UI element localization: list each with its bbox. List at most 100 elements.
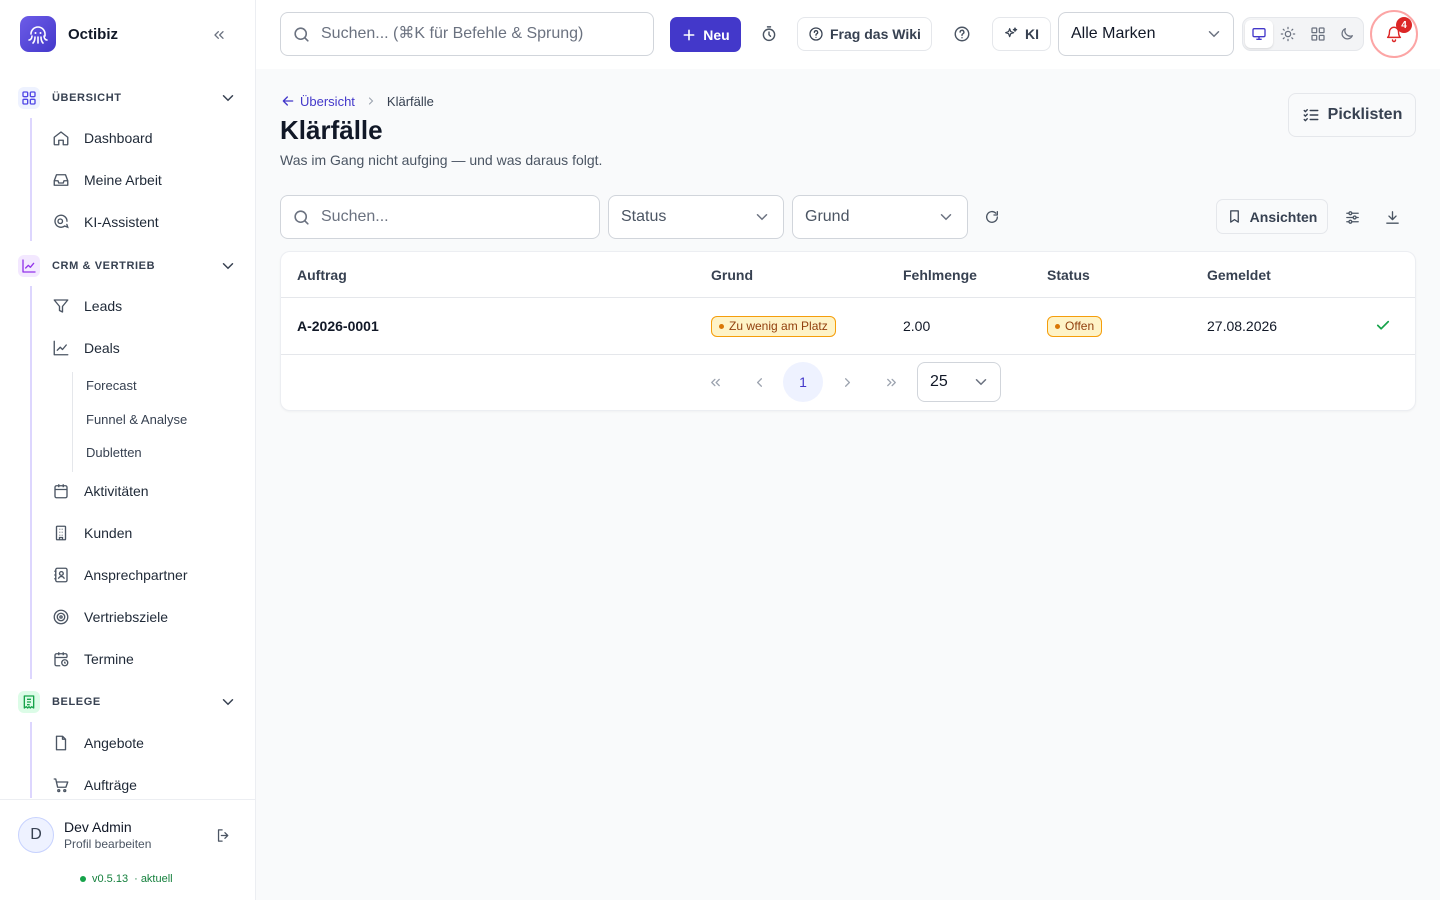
- column-header-status[interactable]: Status: [1047, 252, 1090, 298]
- home-icon: [52, 129, 70, 147]
- global-search-input[interactable]: [281, 13, 653, 55]
- breadcrumb-current: Klärfälle: [386, 93, 434, 109]
- chevron-left-icon: [756, 377, 762, 387]
- topbar: Neu Frag das Wiki KI Alle Marken 4: [256, 0, 1440, 69]
- layout-grid-icon: [18, 87, 40, 109]
- nav-item-leads[interactable]: Leads: [42, 288, 242, 324]
- brand-select[interactable]: Alle Marken: [1058, 12, 1234, 56]
- collapse-sidebar-button[interactable]: [208, 24, 230, 46]
- cell-order[interactable]: A-2026-0001: [297, 298, 379, 354]
- version-info: v0.5.13 · aktuell: [80, 873, 173, 885]
- status-filter[interactable]: Status: [608, 195, 784, 239]
- status-dot: [80, 876, 86, 882]
- help-button[interactable]: [948, 20, 976, 48]
- new-button-label: Neu: [703, 26, 730, 43]
- column-header-reported[interactable]: Gemeldet: [1207, 252, 1271, 298]
- nav-item-quotes[interactable]: Angebote: [42, 725, 242, 761]
- column-header-order[interactable]: Auftrag: [297, 252, 347, 298]
- chevron-right-icon: [844, 377, 850, 387]
- export-button[interactable]: [1378, 203, 1406, 231]
- chevrons-left-icon: [214, 30, 224, 39]
- nav-group-overview[interactable]: ÜBERSICHT: [18, 84, 244, 112]
- nav-item-customers[interactable]: Kunden: [42, 515, 242, 551]
- sidebar-nav: ÜBERSICHT Dashboard Meine Arbeit KI-Assi…: [0, 80, 256, 798]
- nav-item-label: Kunden: [84, 525, 133, 541]
- ask-wiki-button[interactable]: Frag das Wiki: [797, 17, 932, 51]
- line-chart-icon: [52, 339, 70, 357]
- shopping-cart-icon: [52, 776, 70, 794]
- status-badge-label: Offen: [1065, 319, 1095, 333]
- user-name[interactable]: Dev Admin: [64, 819, 132, 835]
- nav-subitem-forecast[interactable]: Forecast: [86, 371, 137, 399]
- nav-item-contacts[interactable]: Ansprechpartner: [42, 557, 242, 593]
- chevron-right-icon: [365, 95, 377, 107]
- previous-page-button[interactable]: [739, 362, 779, 402]
- nav-item-dashboard[interactable]: Dashboard: [42, 120, 242, 156]
- new-button[interactable]: Neu: [670, 17, 741, 52]
- table-search-input[interactable]: [281, 196, 599, 238]
- avatar[interactable]: D: [18, 817, 54, 853]
- views-label: Ansichten: [1249, 208, 1318, 225]
- search-icon: [292, 208, 311, 232]
- nav-item-label: Angebote: [84, 735, 144, 751]
- pagination: 1 25: [281, 362, 1415, 402]
- contact-book-icon: [52, 566, 70, 584]
- last-page-button[interactable]: [871, 362, 911, 402]
- nav-item-sales-goals[interactable]: Vertriebsziele: [42, 599, 242, 635]
- views-button[interactable]: Ansichten: [1216, 199, 1328, 234]
- brand[interactable]: Octibiz: [20, 16, 118, 52]
- timer-button[interactable]: [755, 20, 783, 48]
- nav-item-deals[interactable]: Deals: [42, 330, 242, 366]
- calendar-icon: [52, 482, 70, 500]
- logout-button[interactable]: [212, 824, 234, 846]
- nav-group-documents[interactable]: BELEGE: [18, 688, 244, 716]
- picklists-button[interactable]: Picklisten: [1288, 93, 1416, 137]
- page-size-value: 25: [930, 373, 948, 390]
- cell-reported: 27.08.2026: [1207, 318, 1278, 334]
- cell-shortage: 2.00: [903, 318, 931, 334]
- ai-button[interactable]: KI: [992, 17, 1051, 51]
- refresh-icon: [986, 210, 998, 223]
- page-button-current[interactable]: 1: [783, 362, 823, 402]
- nav-subitem-funnel[interactable]: Funnel & Analyse: [86, 405, 187, 433]
- download-icon: [1385, 210, 1399, 224]
- theme-light-button[interactable]: [1275, 20, 1303, 48]
- nav-subitem-duplicates[interactable]: Dubletten: [86, 438, 142, 466]
- table-row[interactable]: A-2026-0001 Zu wenig am Platz 2.00 Offen…: [281, 298, 1415, 355]
- nav-item-activities[interactable]: Aktivitäten: [42, 473, 242, 509]
- reason-badge: Zu wenig am Platz: [711, 315, 836, 337]
- column-header-shortage[interactable]: Fehlmenge: [903, 252, 977, 298]
- nav-item-label: Aktivitäten: [84, 483, 149, 499]
- theme-system-button[interactable]: [1245, 20, 1273, 48]
- nav-item-label: Meine Arbeit: [84, 172, 162, 188]
- theme-dark-button[interactable]: [1334, 20, 1362, 48]
- nav-group-label: CRM & VERTRIEB: [52, 260, 156, 272]
- nav-item-appointments[interactable]: Termine: [42, 641, 242, 677]
- resolve-button[interactable]: [1373, 315, 1393, 335]
- breadcrumb-back-label: Übersicht: [300, 93, 355, 109]
- next-page-button[interactable]: [827, 362, 867, 402]
- refresh-button[interactable]: [978, 203, 1006, 231]
- nav-item-label: Leads: [84, 298, 123, 314]
- notifications-button[interactable]: 4: [1370, 10, 1418, 58]
- nav-item-orders[interactable]: Aufträge: [42, 767, 242, 798]
- nav-item-my-work[interactable]: Meine Arbeit: [42, 162, 242, 198]
- column-header-reason[interactable]: Grund: [711, 252, 753, 298]
- help-circle-icon: [954, 26, 970, 42]
- nav-group-line: [30, 722, 32, 798]
- reason-filter[interactable]: Grund: [792, 195, 968, 239]
- version-status: · aktuell: [134, 873, 173, 885]
- nav-group-label: BELEGE: [52, 696, 101, 708]
- nav-item-ai-assistant[interactable]: KI-Assistent: [42, 204, 242, 240]
- sparkles-icon: [1005, 27, 1018, 38]
- theme-compact-button[interactable]: [1304, 20, 1332, 48]
- breadcrumb-back-link[interactable]: Übersicht: [280, 93, 355, 109]
- columns-settings-button[interactable]: [1338, 203, 1366, 231]
- page-size-select[interactable]: 25: [917, 362, 1001, 402]
- edit-profile-link[interactable]: Profil bearbeiten: [64, 837, 151, 851]
- reason-badge-label: Zu wenig am Platz: [729, 319, 828, 333]
- nav-group-label: ÜBERSICHT: [52, 92, 122, 104]
- nav-group-crm[interactable]: CRM & VERTRIEB: [18, 252, 244, 280]
- target-icon: [52, 608, 70, 626]
- first-page-button[interactable]: [695, 362, 735, 402]
